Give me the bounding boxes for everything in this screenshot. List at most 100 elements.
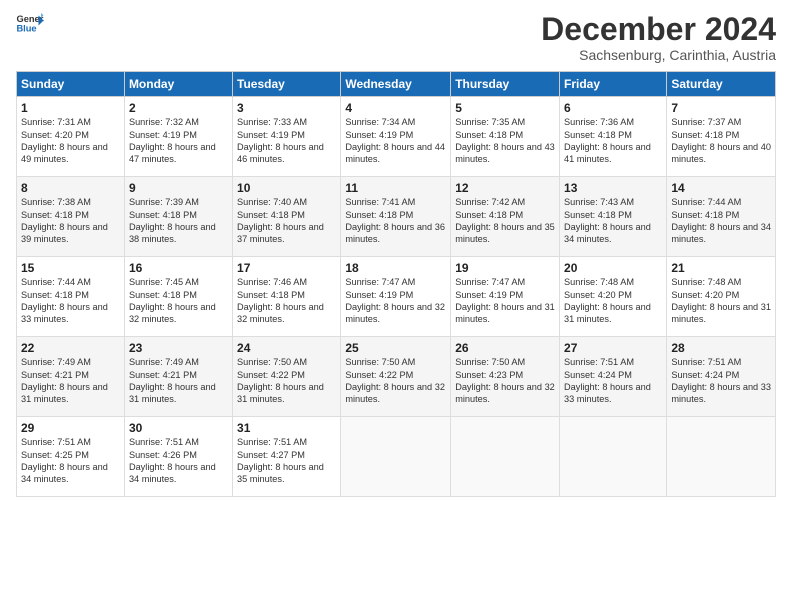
day-number: 23 [129,341,228,355]
calendar-cell: 9 Sunrise: 7:39 AMSunset: 4:18 PMDaylight… [124,177,232,257]
title-section: December 2024 Sachsenburg, Carinthia, Au… [541,12,776,63]
day-info: Sunrise: 7:47 AMSunset: 4:19 PMDaylight:… [455,277,555,324]
day-number: 22 [21,341,120,355]
calendar-cell: 25Sunrise: 7:50 AMSunset: 4:22 PMDayligh… [341,337,451,417]
col-monday: Monday [124,72,232,97]
day-info: Sunrise: 7:51 AMSunset: 4:24 PMDaylight:… [564,357,651,404]
month-title: December 2024 [541,12,776,47]
calendar-cell: 17 Sunrise: 7:46 AMSunset: 4:18 PMDayligh… [233,257,341,337]
calendar-week-2: 8 Sunrise: 7:38 AMSunset: 4:18 PMDaylight… [17,177,776,257]
calendar-cell: 12Sunrise: 7:42 AMSunset: 4:18 PMDayligh… [451,177,560,257]
day-info: Sunrise: 7:34 AMSunset: 4:19 PMDaylight:… [345,117,445,164]
day-info: Sunrise: 7:31 AMSunset: 4:20 PMDaylight:… [21,117,108,164]
day-number: 2 [129,101,228,115]
day-number: 9 [129,181,228,195]
day-info: Sunrise: 7:50 AMSunset: 4:22 PMDaylight:… [345,357,445,404]
day-number: 17 [237,261,336,275]
calendar-cell: 13 Sunrise: 7:43 AMSunset: 4:18 PMDayligh… [560,177,667,257]
calendar-cell [560,417,667,497]
col-saturday: Saturday [667,72,776,97]
calendar-cell: 16Sunrise: 7:45 AMSunset: 4:18 PMDayligh… [124,257,232,337]
day-number: 1 [21,101,120,115]
day-info: Sunrise: 7:40 AMSunset: 4:18 PMDaylight:… [237,197,324,244]
day-number: 10 [237,181,336,195]
calendar-cell: 20 Sunrise: 7:48 AMSunset: 4:20 PMDayligh… [560,257,667,337]
day-number: 16 [129,261,228,275]
logo-icon: General Blue [16,12,44,34]
calendar-week-4: 22 Sunrise: 7:49 AMSunset: 4:21 PMDayligh… [17,337,776,417]
day-info: Sunrise: 7:46 AMSunset: 4:18 PMDaylight:… [237,277,324,324]
day-number: 29 [21,421,120,435]
calendar-cell: 5 Sunrise: 7:35 AMSunset: 4:18 PMDaylight… [451,97,560,177]
calendar-cell: 8 Sunrise: 7:38 AMSunset: 4:18 PMDaylight… [17,177,125,257]
day-number: 3 [237,101,336,115]
calendar-cell: 7 Sunrise: 7:37 AMSunset: 4:18 PMDaylight… [667,97,776,177]
calendar-cell: 27Sunrise: 7:51 AMSunset: 4:24 PMDayligh… [560,337,667,417]
day-number: 13 [564,181,662,195]
day-number: 6 [564,101,662,115]
calendar-week-3: 15Sunrise: 7:44 AMSunset: 4:18 PMDayligh… [17,257,776,337]
calendar-cell [667,417,776,497]
calendar-cell: 4 Sunrise: 7:34 AMSunset: 4:19 PMDaylight… [341,97,451,177]
subtitle: Sachsenburg, Carinthia, Austria [541,47,776,63]
logo: General Blue [16,12,44,34]
day-number: 5 [455,101,555,115]
calendar-cell: 28 Sunrise: 7:51 AMSunset: 4:24 PMDayligh… [667,337,776,417]
calendar-cell: 6 Sunrise: 7:36 AMSunset: 4:18 PMDaylight… [560,97,667,177]
day-info: Sunrise: 7:51 AMSunset: 4:24 PMDaylight:… [671,357,771,404]
calendar-cell: 3 Sunrise: 7:33 AMSunset: 4:19 PMDaylight… [233,97,341,177]
calendar-cell: 10 Sunrise: 7:40 AMSunset: 4:18 PMDayligh… [233,177,341,257]
day-number: 11 [345,181,446,195]
day-info: Sunrise: 7:50 AMSunset: 4:23 PMDaylight:… [455,357,555,404]
day-number: 12 [455,181,555,195]
day-number: 26 [455,341,555,355]
page-container: General Blue December 2024 Sachsenburg, … [0,0,792,507]
day-number: 7 [671,101,771,115]
calendar-cell: 22 Sunrise: 7:49 AMSunset: 4:21 PMDayligh… [17,337,125,417]
day-number: 30 [129,421,228,435]
day-info: Sunrise: 7:32 AMSunset: 4:19 PMDaylight:… [129,117,216,164]
day-info: Sunrise: 7:33 AMSunset: 4:19 PMDaylight:… [237,117,324,164]
day-info: Sunrise: 7:51 AMSunset: 4:26 PMDaylight:… [129,437,216,484]
calendar-cell: 24Sunrise: 7:50 AMSunset: 4:22 PMDayligh… [233,337,341,417]
day-number: 21 [671,261,771,275]
day-info: Sunrise: 7:47 AMSunset: 4:19 PMDaylight:… [345,277,445,324]
day-info: Sunrise: 7:48 AMSunset: 4:20 PMDaylight:… [564,277,651,324]
day-number: 18 [345,261,446,275]
calendar-cell: 21Sunrise: 7:48 AMSunset: 4:20 PMDayligh… [667,257,776,337]
day-info: Sunrise: 7:35 AMSunset: 4:18 PMDaylight:… [455,117,555,164]
day-number: 28 [671,341,771,355]
day-info: Sunrise: 7:41 AMSunset: 4:18 PMDaylight:… [345,197,445,244]
day-info: Sunrise: 7:43 AMSunset: 4:18 PMDaylight:… [564,197,651,244]
col-sunday: Sunday [17,72,125,97]
calendar-cell: 2 Sunrise: 7:32 AMSunset: 4:19 PMDaylight… [124,97,232,177]
day-info: Sunrise: 7:49 AMSunset: 4:21 PMDaylight:… [129,357,216,404]
day-info: Sunrise: 7:50 AMSunset: 4:22 PMDaylight:… [237,357,324,404]
day-number: 14 [671,181,771,195]
calendar-cell: 1 Sunrise: 7:31 AMSunset: 4:20 PMDaylight… [17,97,125,177]
day-info: Sunrise: 7:49 AMSunset: 4:21 PMDaylight:… [21,357,108,404]
day-info: Sunrise: 7:38 AMSunset: 4:18 PMDaylight:… [21,197,108,244]
day-info: Sunrise: 7:36 AMSunset: 4:18 PMDaylight:… [564,117,651,164]
svg-text:Blue: Blue [16,23,36,33]
day-number: 31 [237,421,336,435]
header: General Blue December 2024 Sachsenburg, … [16,12,776,63]
calendar-cell: 30 Sunrise: 7:51 AMSunset: 4:26 PMDayligh… [124,417,232,497]
header-row: Sunday Monday Tuesday Wednesday Thursday… [17,72,776,97]
calendar-cell [341,417,451,497]
calendar-cell: 18 Sunrise: 7:47 AMSunset: 4:19 PMDayligh… [341,257,451,337]
col-tuesday: Tuesday [233,72,341,97]
day-number: 8 [21,181,120,195]
col-friday: Friday [560,72,667,97]
calendar-cell: 15Sunrise: 7:44 AMSunset: 4:18 PMDayligh… [17,257,125,337]
day-info: Sunrise: 7:44 AMSunset: 4:18 PMDaylight:… [671,197,771,244]
day-info: Sunrise: 7:51 AMSunset: 4:27 PMDaylight:… [237,437,324,484]
col-wednesday: Wednesday [341,72,451,97]
day-number: 4 [345,101,446,115]
calendar-cell: 23 Sunrise: 7:49 AMSunset: 4:21 PMDayligh… [124,337,232,417]
calendar-cell [451,417,560,497]
calendar-week-5: 29Sunrise: 7:51 AMSunset: 4:25 PMDayligh… [17,417,776,497]
day-number: 20 [564,261,662,275]
day-info: Sunrise: 7:39 AMSunset: 4:18 PMDaylight:… [129,197,216,244]
day-info: Sunrise: 7:37 AMSunset: 4:18 PMDaylight:… [671,117,771,164]
